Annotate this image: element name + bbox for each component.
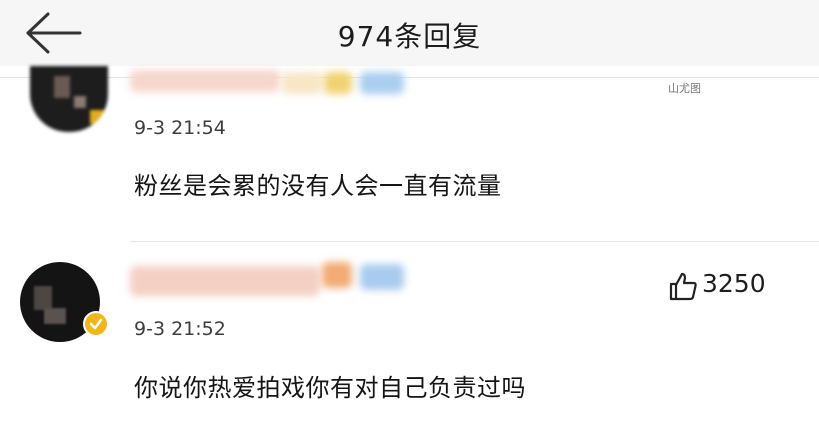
verified-badge-icon — [83, 311, 109, 337]
comment-divider — [130, 241, 819, 242]
page-title: 974条回复 — [337, 20, 482, 53]
comment-time: 9-3 21:52 — [134, 318, 226, 340]
like-count: 3250 — [702, 269, 766, 298]
comment-time: 9-3 21:54 — [134, 117, 226, 139]
header-bar: 974条回复 — [0, 0, 819, 66]
header-divider — [0, 77, 819, 78]
watermark-text: 山尤图 — [668, 82, 701, 95]
avatar[interactable] — [30, 66, 108, 132]
comment-text: 粉丝是会累的没有人会一直有流量 — [134, 172, 502, 200]
thumbs-up-icon — [669, 272, 697, 301]
comment-text: 你说你热爱拍戏你有对自己负责过吗 — [134, 374, 526, 402]
